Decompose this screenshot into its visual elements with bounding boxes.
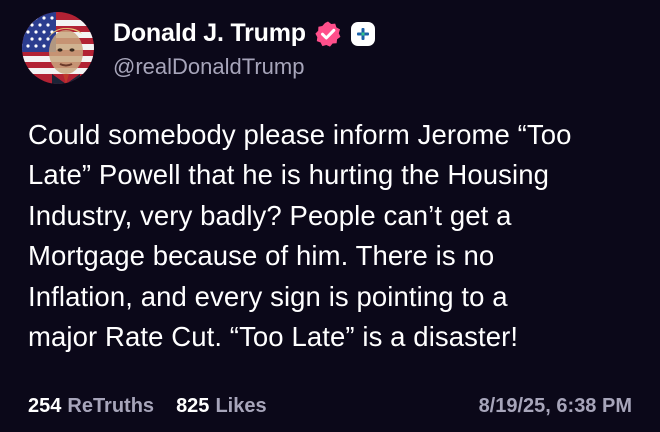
likes-label: Likes (215, 395, 267, 417)
retruths-stat[interactable]: 254 ReTruths (28, 395, 154, 418)
follow-button[interactable] (350, 21, 375, 46)
truth-post: Donald J. Trump @realDonaldTrump Could s… (0, 0, 660, 432)
avatar-image (22, 12, 94, 84)
display-name[interactable]: Donald J. Trump (113, 19, 306, 48)
post-timestamp[interactable]: 8/19/25, 6:38 PM (479, 395, 632, 418)
post-text: Could somebody please inform Jerome “Too… (28, 119, 572, 353)
plus-icon (356, 27, 369, 40)
author-handle[interactable]: @realDonaldTrump (113, 54, 375, 80)
post-footer: 254 ReTruths 825 Likes 8/19/25, 6:38 PM (28, 395, 632, 418)
retruths-label: ReTruths (67, 395, 155, 417)
likes-count: 825 (176, 395, 210, 417)
likes-stat[interactable]: 825 Likes (176, 395, 267, 418)
name-row: Donald J. Trump (113, 17, 375, 51)
post-header: Donald J. Trump @realDonaldTrump (22, 12, 375, 84)
verified-badge-icon (314, 20, 342, 48)
avatar[interactable] (22, 12, 94, 84)
author-identity: Donald J. Trump @realDonaldTrump (113, 17, 375, 80)
retruths-count: 254 (28, 395, 62, 417)
